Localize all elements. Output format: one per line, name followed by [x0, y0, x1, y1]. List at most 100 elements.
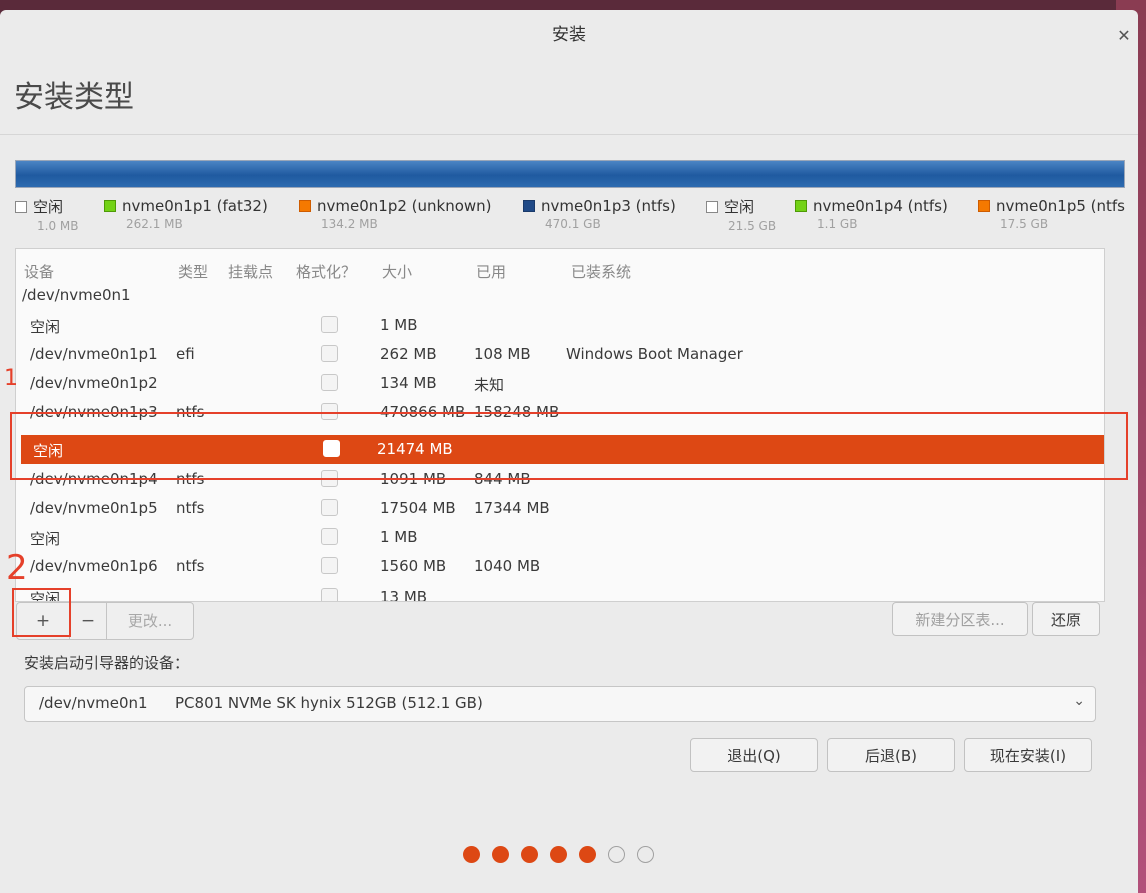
column-header-mount[interactable]: 挂载点: [228, 261, 273, 282]
cell-size: 1560 MB: [380, 557, 447, 575]
cell-size: 1 MB: [380, 528, 418, 546]
legend-item: nvme0n1p3 (ntfs) 470.1 GB: [523, 196, 676, 231]
legend-swatch: [15, 201, 27, 213]
legend-size: 134.2 MB: [321, 217, 378, 231]
table-row[interactable]: /dev/nvme0n1p6 ntfs 1560 MB 1040 MB: [16, 552, 1104, 581]
cell-device: /dev/nvme0n1p6: [30, 557, 158, 575]
legend-name: nvme0n1p5 (ntfs: [996, 197, 1125, 215]
format-checkbox[interactable]: [321, 528, 338, 545]
progress-dots: [463, 846, 654, 864]
legend-item: 空闲 21.5 GB: [706, 196, 776, 233]
page-title: 安装类型: [14, 80, 134, 115]
legend-size: 17.5 GB: [1000, 217, 1049, 231]
cell-type: efi: [176, 345, 195, 363]
legend-size: 1.0 MB: [37, 219, 79, 233]
table-row[interactable]: 空闲 1 MB: [16, 311, 1104, 340]
legend-swatch: [523, 200, 535, 212]
table-row[interactable]: /dev/nvme0n1: [16, 281, 1104, 310]
legend-item: nvme0n1p2 (unknown) 134.2 MB: [299, 196, 492, 231]
format-checkbox[interactable]: [321, 557, 338, 574]
annotation-mark-1: 1: [4, 366, 18, 391]
window-title: 安装: [552, 25, 586, 45]
format-checkbox[interactable]: [321, 345, 338, 362]
cell-size: 262 MB: [380, 345, 437, 363]
legend-item: 空闲 1.0 MB: [15, 196, 78, 233]
legend-swatch: [104, 200, 116, 212]
cell-type: ntfs: [176, 557, 205, 575]
column-header-format[interactable]: 格式化？: [296, 261, 356, 282]
cell-device: /dev/nvme0n1p2: [30, 374, 158, 392]
column-header-size[interactable]: 大小: [382, 261, 412, 282]
legend-item: nvme0n1p4 (ntfs) 1.1 GB: [795, 196, 948, 231]
quit-button[interactable]: 退出(Q): [690, 738, 818, 772]
table-row[interactable]: 空闲 1 MB: [16, 523, 1104, 552]
divider: [0, 134, 1138, 135]
table-row[interactable]: /dev/nvme0n1p2 134 MB 未知: [16, 369, 1104, 398]
format-checkbox[interactable]: [321, 499, 338, 516]
cell-used: 17344 MB: [474, 499, 550, 517]
partition-bar: [15, 160, 1125, 188]
legend-name: nvme0n1p1 (fat32): [122, 197, 268, 215]
legend-name: nvme0n1p3 (ntfs): [541, 197, 676, 215]
column-header-device[interactable]: 设备: [24, 261, 54, 282]
format-checkbox[interactable]: [321, 588, 338, 601]
annotation-box-add: [12, 588, 71, 637]
legend-name: 空闲: [33, 198, 64, 216]
progress-dot: [492, 846, 509, 863]
cell-size: 134 MB: [380, 374, 437, 392]
progress-dot: [463, 846, 480, 863]
table-header: 设备 类型 挂载点 格式化？ 大小 已用 已装系统: [16, 249, 1104, 283]
legend-size: 21.5 GB: [728, 219, 777, 233]
back-button[interactable]: 后退(B): [827, 738, 955, 772]
cell-device: 空闲: [30, 318, 61, 336]
legend-swatch: [978, 200, 990, 212]
legend-swatch: [299, 200, 311, 212]
table-row[interactable]: /dev/nvme0n1p1 efi 262 MB 108 MB Windows…: [16, 340, 1104, 369]
progress-dot: [579, 846, 596, 863]
legend-name: nvme0n1p4 (ntfs): [813, 197, 948, 215]
change-partition-button[interactable]: 更改...: [107, 603, 193, 639]
partition-legend: 空闲 1.0 MB nvme0n1p1 (fat32) 262.1 MB nvm…: [15, 196, 1125, 242]
cell-system: Windows Boot Manager: [566, 345, 743, 363]
legend-size: 1.1 GB: [817, 217, 858, 231]
chevron-down-icon: ⌄: [1073, 693, 1085, 709]
cell-type: ntfs: [176, 499, 205, 517]
cell-size: 1 MB: [380, 316, 418, 334]
column-header-system[interactable]: 已装系统: [571, 261, 631, 282]
legend-name: 空闲: [724, 198, 755, 216]
column-header-type[interactable]: 类型: [178, 261, 208, 282]
cell-device: /dev/nvme0n1: [22, 286, 131, 304]
progress-dot: [637, 846, 654, 863]
table-row[interactable]: 空闲 13 MB: [16, 583, 1104, 602]
legend-swatch: [706, 201, 718, 213]
install-now-button[interactable]: 现在安装(I): [964, 738, 1092, 772]
cell-used: 108 MB: [474, 345, 531, 363]
cell-device: 空闲: [30, 530, 61, 548]
boot-loader-select[interactable]: /dev/nvme0n1 PC801 NVMe SK hynix 512GB (…: [24, 686, 1096, 722]
boot-device: /dev/nvme0n1: [39, 694, 148, 712]
annotation-box-row: [10, 412, 1128, 480]
remove-partition-button[interactable]: −: [70, 603, 107, 639]
format-checkbox[interactable]: [321, 374, 338, 391]
legend-swatch: [795, 200, 807, 212]
cell-used: 1040 MB: [474, 557, 541, 575]
close-icon[interactable]: ✕: [1114, 26, 1134, 46]
column-header-used[interactable]: 已用: [476, 261, 506, 282]
cell-device: /dev/nvme0n1p1: [30, 345, 158, 363]
cell-device: /dev/nvme0n1p5: [30, 499, 158, 517]
legend-item: nvme0n1p5 (ntfs 17.5 GB: [978, 196, 1125, 231]
progress-dot: [550, 846, 567, 863]
boot-device-description: PC801 NVMe SK hynix 512GB (512.1 GB): [175, 694, 483, 712]
cell-size: 13 MB: [380, 588, 428, 602]
new-partition-table-button[interactable]: 新建分区表...: [892, 602, 1028, 636]
legend-item: nvme0n1p1 (fat32) 262.1 MB: [104, 196, 268, 231]
cell-size: 17504 MB: [380, 499, 456, 517]
progress-dot: [521, 846, 538, 863]
legend-name: nvme0n1p2 (unknown): [317, 197, 492, 215]
table-row[interactable]: /dev/nvme0n1p5 ntfs 17504 MB 17344 MB: [16, 494, 1104, 523]
revert-button[interactable]: 还原: [1032, 602, 1100, 636]
format-checkbox[interactable]: [321, 316, 338, 333]
boot-loader-label: 安装启动引导器的设备：: [24, 654, 190, 672]
cell-used: 未知: [474, 376, 505, 394]
titlebar: 安装 ✕: [0, 10, 1138, 50]
